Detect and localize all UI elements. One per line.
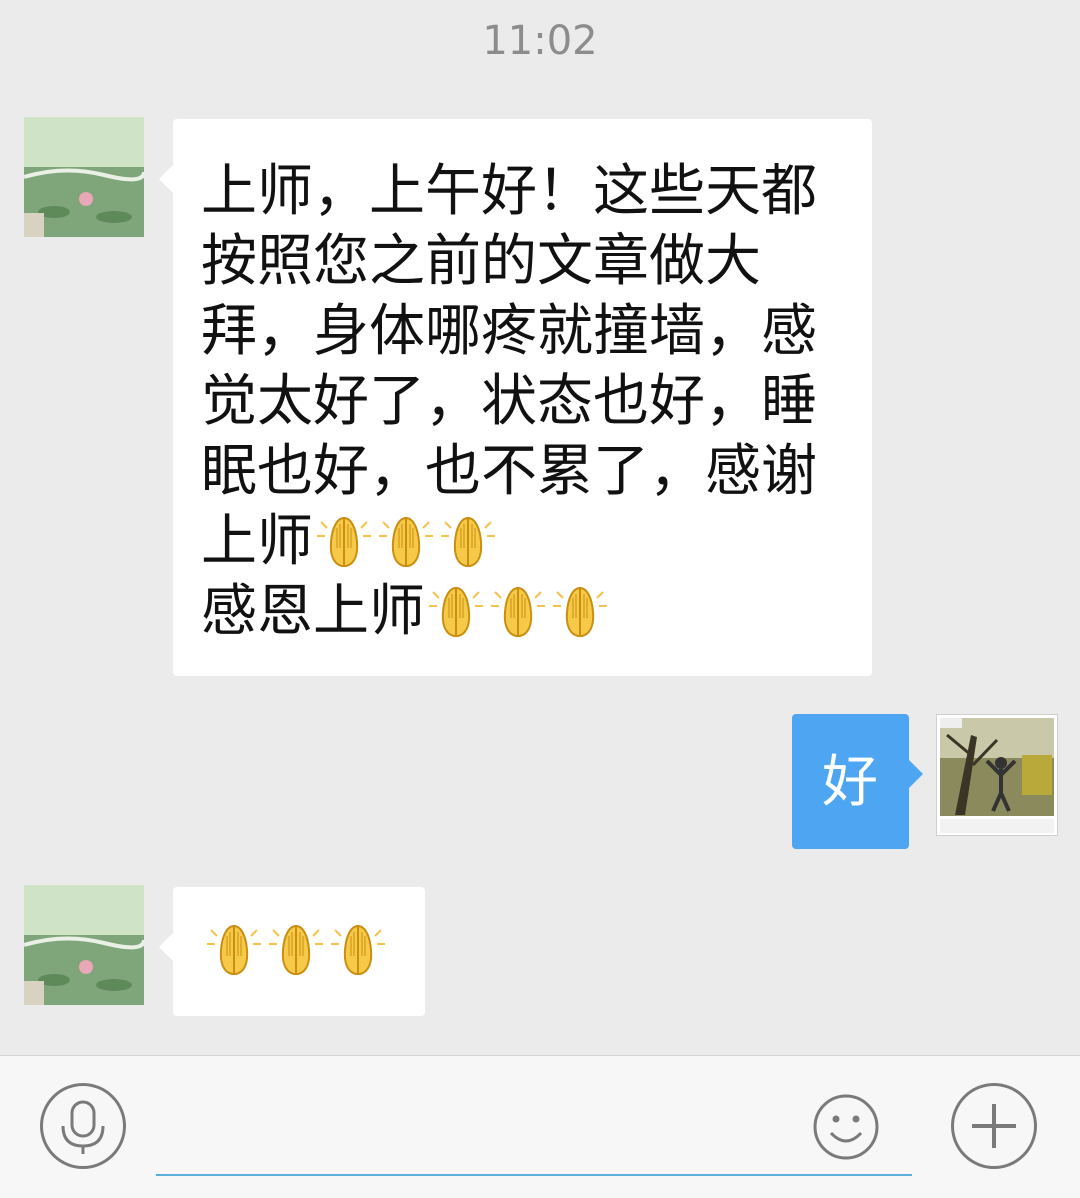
input-bar	[0, 1055, 1080, 1198]
message-text: 上师，上午好！这些天都按照您之前的文章做大拜，身体哪疼就撞墙，感觉太好了，状态也…	[201, 159, 817, 574]
message-bubble-incoming[interactable]	[159, 887, 425, 1016]
more-button[interactable]	[951, 1083, 1037, 1169]
message-text: 好	[822, 750, 878, 815]
message-input-field[interactable]	[156, 1094, 916, 1176]
pray-hands-icon	[487, 578, 549, 640]
emoji-group	[425, 579, 611, 644]
self-avatar[interactable]	[936, 714, 1058, 836]
sender-avatar[interactable]	[24, 117, 144, 237]
microphone-icon	[61, 1100, 105, 1154]
emoji-group	[203, 917, 389, 982]
pray-hands-icon	[327, 916, 389, 978]
message-text-line: 感恩上师	[201, 579, 425, 644]
message-bubble-outgoing[interactable]: 好	[792, 714, 923, 849]
plus-icon	[972, 1104, 1016, 1148]
pray-hands-icon	[265, 916, 327, 978]
voice-button[interactable]	[40, 1083, 126, 1169]
timestamp: 11:02	[482, 18, 598, 64]
message-input[interactable]	[156, 1094, 916, 1176]
pray-hands-icon	[313, 508, 375, 570]
pray-hands-icon	[437, 508, 499, 570]
pray-hands-icon	[375, 508, 437, 570]
emoji-button[interactable]	[812, 1093, 880, 1161]
pray-hands-icon	[549, 578, 611, 640]
pray-hands-icon	[425, 578, 487, 640]
emoji-group	[313, 509, 499, 574]
smiley-icon	[813, 1094, 879, 1160]
pray-hands-icon	[203, 916, 265, 978]
message-bubble-incoming[interactable]: 上师，上午好！这些天都按照您之前的文章做大拜，身体哪疼就撞墙，感觉太好了，状态也…	[159, 119, 872, 676]
sender-avatar[interactable]	[24, 885, 144, 1005]
